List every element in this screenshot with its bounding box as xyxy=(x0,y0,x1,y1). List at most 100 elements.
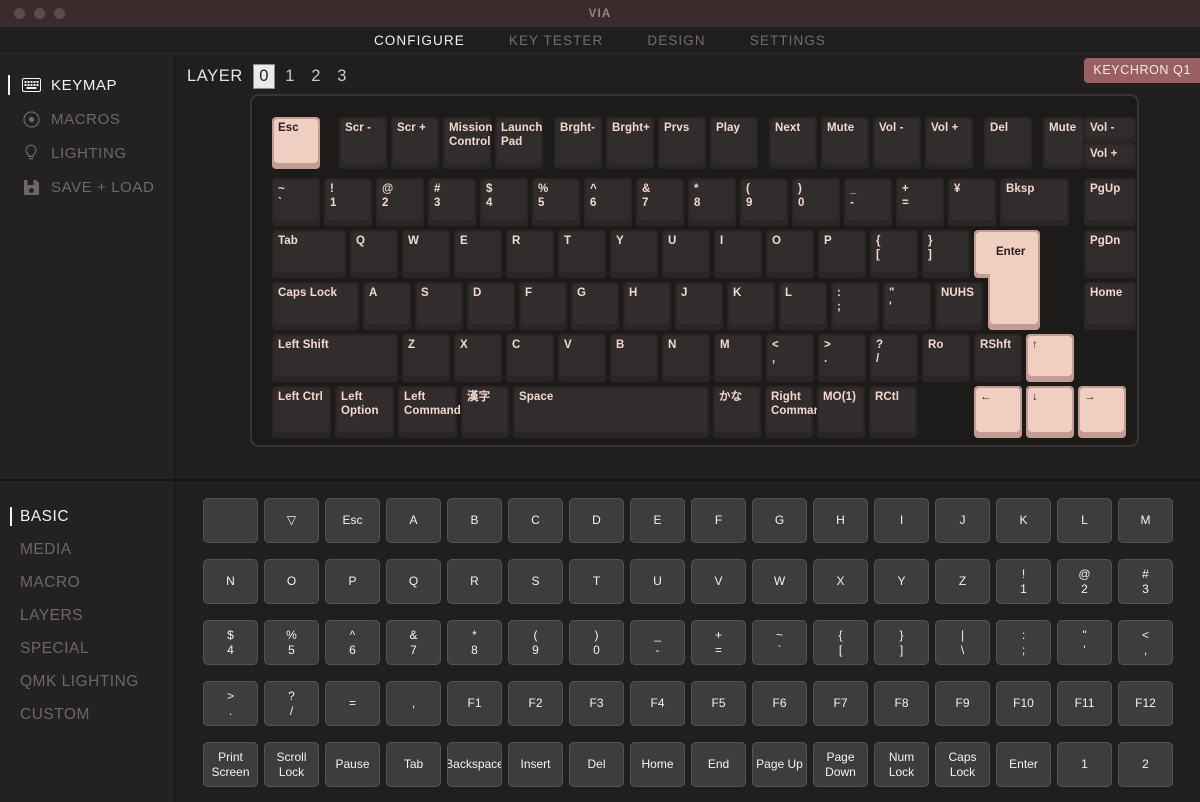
keycap[interactable]: Vol - xyxy=(1084,117,1136,143)
keycap[interactable]: Z xyxy=(402,334,450,382)
palette-key[interactable]: Caps Lock xyxy=(935,742,990,787)
palette-key[interactable]: " ' xyxy=(1057,620,1112,665)
palette-key[interactable]: <, xyxy=(1118,620,1173,665)
palette-key[interactable]: 1 xyxy=(1057,742,1112,787)
palette-key[interactable]: >. xyxy=(203,681,258,726)
keycap[interactable]: :; xyxy=(831,282,879,330)
keycap[interactable]: 漢字 xyxy=(461,386,509,438)
palette-key[interactable]: 2 xyxy=(1118,742,1173,787)
palette-key[interactable]: (9 xyxy=(508,620,563,665)
keycap[interactable]: PgDn xyxy=(1084,230,1136,278)
palette-key[interactable]: ) 0 xyxy=(569,620,624,665)
minimize-dot-icon[interactable] xyxy=(34,8,45,19)
keycap[interactable]: Brght+ xyxy=(606,117,654,169)
palette-key[interactable]: Enter xyxy=(996,742,1051,787)
palette-key[interactable]: Z xyxy=(935,559,990,604)
keycap[interactable]: Space xyxy=(513,386,709,438)
palette-key[interactable]: F1 xyxy=(447,681,502,726)
tab-design[interactable]: DESIGN xyxy=(625,33,727,48)
layer-button-3[interactable]: 3 xyxy=(331,64,353,89)
keycap[interactable]: % 5 xyxy=(532,178,580,226)
palette-key[interactable]: F5 xyxy=(691,681,746,726)
palette-key[interactable]: ! 1 xyxy=(996,559,1051,604)
palette-key[interactable]: Scroll Lock xyxy=(264,742,319,787)
palette-key[interactable]: F11 xyxy=(1057,681,1112,726)
category-item-special[interactable]: SPECIAL xyxy=(0,632,174,665)
palette-key[interactable]: $4 xyxy=(203,620,258,665)
palette-key[interactable]: F2 xyxy=(508,681,563,726)
layer-button-0[interactable]: 0 xyxy=(252,64,275,89)
palette-key[interactable]: J xyxy=(935,498,990,543)
palette-key[interactable]: U xyxy=(630,559,685,604)
keycap[interactable]: (9 xyxy=(740,178,788,226)
keycap[interactable]: F xyxy=(519,282,567,330)
keycap[interactable]: Vol + xyxy=(1084,143,1136,169)
palette-key[interactable] xyxy=(203,498,258,543)
keycap[interactable]: K xyxy=(727,282,775,330)
keycap[interactable]: D xyxy=(467,282,515,330)
keycap[interactable]: U xyxy=(662,230,710,278)
keycap[interactable]: Scr + xyxy=(391,117,439,169)
palette-key[interactable]: W xyxy=(752,559,807,604)
keycap[interactable]: E xyxy=(454,230,502,278)
keycap[interactable]: S xyxy=(415,282,463,330)
palette-key[interactable]: Tab xyxy=(386,742,441,787)
keycap[interactable]: " ' xyxy=(883,282,931,330)
palette-key[interactable]: F12 xyxy=(1118,681,1173,726)
keycap[interactable]: Tab xyxy=(272,230,346,278)
palette-key[interactable]: D xyxy=(569,498,624,543)
keycap[interactable]: Brght- xyxy=(554,117,602,169)
keycap[interactable]: G xyxy=(571,282,619,330)
palette-key[interactable]: {[ xyxy=(813,620,868,665)
keycap[interactable]: Caps Lock xyxy=(272,282,359,330)
keycap[interactable]: Q xyxy=(350,230,398,278)
keycap[interactable]: #3 xyxy=(428,178,476,226)
palette-key[interactable]: , xyxy=(386,681,441,726)
keycap[interactable]: {[ xyxy=(870,230,918,278)
keycap[interactable]: O xyxy=(766,230,814,278)
keycap[interactable]: M xyxy=(714,334,762,382)
palette-key[interactable]: Page Down xyxy=(813,742,868,787)
keycap[interactable]: ^ 6 xyxy=(584,178,632,226)
palette-key[interactable]: P xyxy=(325,559,380,604)
keyboard-name-badge[interactable]: KEYCHRON Q1 xyxy=(1084,58,1200,83)
keycap[interactable]: → xyxy=(1078,386,1126,438)
tab-key-tester[interactable]: KEY TESTER xyxy=(487,33,626,48)
palette-key[interactable]: % 5 xyxy=(264,620,319,665)
palette-key[interactable]: F3 xyxy=(569,681,624,726)
palette-key[interactable]: Backspace xyxy=(447,742,502,787)
keycap[interactable]: Right Comman xyxy=(765,386,821,438)
palette-key[interactable]: Y xyxy=(874,559,929,604)
keycap[interactable]: Left Option xyxy=(335,386,394,438)
keycap[interactable]: _ - xyxy=(844,178,892,226)
keycap[interactable]: Left Ctrl xyxy=(272,386,331,438)
keycap[interactable]: Esc xyxy=(272,117,320,169)
category-item-media[interactable]: MEDIA xyxy=(0,533,174,566)
palette-key[interactable]: Esc xyxy=(325,498,380,543)
keycap[interactable]: ← xyxy=(974,386,1022,438)
keycap[interactable]: <, xyxy=(766,334,814,382)
keycap[interactable]: C xyxy=(506,334,554,382)
tab-configure[interactable]: CONFIGURE xyxy=(352,33,487,48)
keycap[interactable]: H xyxy=(623,282,671,330)
palette-key[interactable]: Pause xyxy=(325,742,380,787)
palette-key[interactable]: L xyxy=(1057,498,1112,543)
keycap[interactable]: Vol + xyxy=(925,117,973,169)
palette-key[interactable]: ~ ` xyxy=(752,620,807,665)
palette-key[interactable]: I xyxy=(874,498,929,543)
keycap[interactable]: Play xyxy=(710,117,758,169)
category-item-custom[interactable]: CUSTOM xyxy=(0,698,174,731)
palette-key[interactable]: C xyxy=(508,498,563,543)
palette-key[interactable]: }] xyxy=(874,620,929,665)
sidebar-item-keymap[interactable]: KEYMAP xyxy=(0,68,174,102)
keycap[interactable]: Mute xyxy=(1043,117,1084,169)
palette-key[interactable]: G xyxy=(752,498,807,543)
palette-key[interactable]: S xyxy=(508,559,563,604)
palette-key[interactable]: _ - xyxy=(630,620,685,665)
palette-key[interactable]: B xyxy=(447,498,502,543)
keycap[interactable]: T xyxy=(558,230,606,278)
layer-button-2[interactable]: 2 xyxy=(305,64,327,89)
palette-key[interactable]: | \ xyxy=(935,620,990,665)
window-controls[interactable] xyxy=(14,0,65,27)
keycap[interactable]: I xyxy=(714,230,762,278)
